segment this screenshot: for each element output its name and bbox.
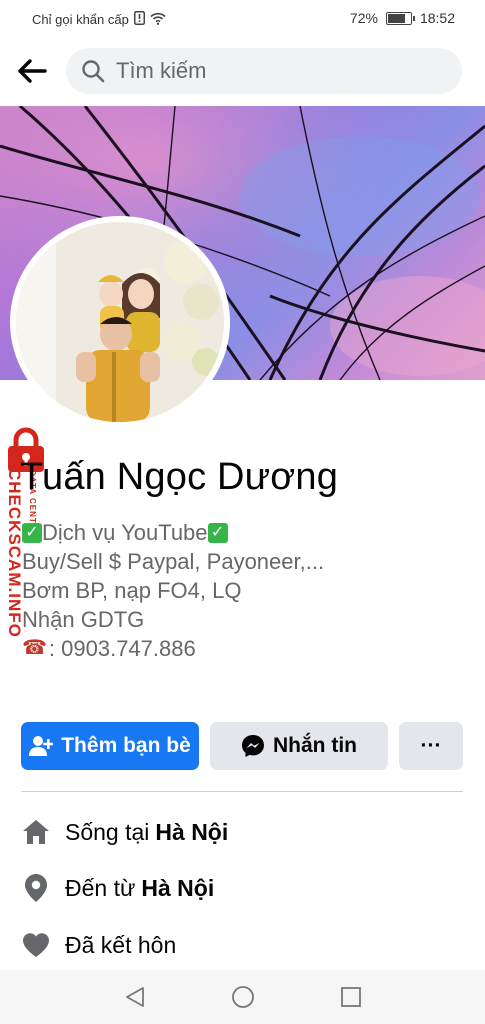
from-city[interactable]: Hà Nội — [141, 875, 214, 902]
lives-in-city[interactable]: Hà Nội — [155, 819, 228, 846]
status-bar: Chỉ gọi khẩn cấp 72% 18:52 — [0, 0, 485, 38]
battery-icon — [385, 11, 415, 25]
bio-line-3: Bơm BP, nạp FO4, LQ — [22, 576, 324, 605]
lives-in-prefix: Sống tại — [65, 818, 150, 845]
message-label: Nhắn tin — [273, 734, 357, 757]
location-icon — [21, 873, 51, 903]
profile-name: Tuấn Ngọc Dương — [20, 456, 339, 498]
battery-percent: 72% — [349, 10, 378, 26]
nav-back-button[interactable] — [122, 984, 148, 1010]
bio-text-3: Bơm BP, nạp FO4, LQ — [22, 578, 242, 603]
messenger-icon — [241, 734, 265, 758]
profile-photo-image — [16, 222, 224, 422]
back-arrow-icon — [18, 59, 47, 83]
nav-recents-icon — [341, 987, 361, 1007]
add-friend-button[interactable]: Thêm bạn bè — [21, 722, 199, 770]
info-lives-in: Sống tại Hà Nội — [21, 812, 228, 852]
search-input[interactable] — [114, 57, 418, 85]
profile-bio: ✓ Dịch vụ YouTube ✓ Buy/Sell $ Paypal, P… — [22, 518, 324, 663]
nav-recents-button[interactable] — [338, 984, 364, 1010]
carrier-text: Chỉ gọi khẩn cấp — [32, 12, 129, 27]
home-icon — [21, 817, 51, 847]
info-from: Đến từ Hà Nội — [21, 868, 214, 908]
bio-line-2: Buy/Sell $ Paypal, Payoneer,... — [22, 547, 324, 576]
check-mark-icon: ✓ — [207, 522, 228, 543]
battery-fill — [387, 13, 406, 23]
status-right: 72% 18:52 — [350, 10, 455, 26]
check-mark-icon: ✓ — [22, 522, 42, 543]
add-friend-icon — [29, 735, 54, 757]
from-prefix: Đến từ — [65, 874, 136, 901]
bio-line-1: ✓ Dịch vụ YouTube ✓ — [22, 518, 324, 547]
bio-text-1: Dịch vụ YouTube — [42, 520, 208, 545]
telephone-icon: ☎ — [22, 637, 47, 659]
heart-icon — [21, 930, 51, 960]
nav-home-icon — [232, 986, 254, 1008]
system-nav-bar — [0, 970, 485, 1024]
divider — [21, 791, 463, 792]
more-options-button[interactable]: ··· — [399, 722, 463, 770]
bio-text-4: Nhận GDTG — [22, 607, 145, 632]
back-button[interactable] — [14, 54, 50, 88]
top-bar — [0, 38, 485, 104]
info-relationship: Đã kết hôn — [21, 925, 176, 965]
sim-alert-icon — [133, 11, 145, 28]
profile-picture[interactable] — [16, 222, 224, 422]
search-bar[interactable] — [66, 48, 462, 94]
clock: 18:52 — [419, 10, 455, 26]
bio-line-5: ☎ : 0903.747.886 — [22, 634, 324, 663]
add-friend-label: Thêm bạn bè — [61, 734, 191, 757]
nav-back-icon — [126, 987, 144, 1007]
more-label: ··· — [420, 734, 442, 757]
status-left: Chỉ gọi khẩn cấp — [32, 11, 166, 28]
wifi-icon — [150, 12, 166, 28]
bio-line-4: Nhận GDTG — [22, 605, 324, 634]
bio-text-5: : 0903.747.886 — [48, 636, 196, 661]
message-button[interactable]: Nhắn tin — [210, 722, 388, 770]
relationship-text: Đã kết hôn — [65, 931, 177, 958]
bio-text-2: Buy/Sell $ Paypal, Payoneer,... — [22, 549, 325, 574]
nav-home-button[interactable] — [230, 984, 256, 1010]
search-icon — [80, 58, 106, 84]
